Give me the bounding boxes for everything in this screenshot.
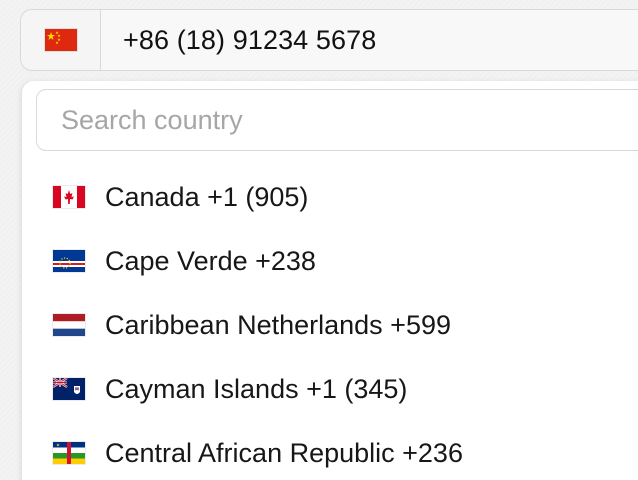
- phone-number-value[interactable]: +86 (18) 91234 5678: [101, 10, 638, 70]
- cayman-islands-flag-icon: [53, 378, 85, 400]
- canada-flag-icon: [53, 186, 85, 208]
- country-option-label: Cape Verde +238: [105, 245, 316, 276]
- china-flag-icon: [44, 29, 77, 51]
- country-option-label: Cayman Islands +1 (345): [105, 373, 408, 404]
- country-option-caribbean-netherlands[interactable]: Caribbean Netherlands +599: [22, 293, 638, 357]
- phone-number-field[interactable]: +86 (18) 91234 5678: [20, 9, 638, 71]
- country-dropdown: Canada +1 (905) Cape Verde +238: [22, 81, 638, 480]
- central-african-republic-flag-icon: [53, 442, 85, 464]
- country-option-label: Canada +1 (905): [105, 181, 309, 212]
- caribbean-netherlands-flag-icon: [53, 314, 85, 336]
- country-option-label: Central African Republic +236: [105, 437, 463, 468]
- country-option-cayman-islands[interactable]: Cayman Islands +1 (345): [22, 357, 638, 421]
- country-option-label: Caribbean Netherlands +599: [105, 309, 451, 340]
- country-search-input[interactable]: [36, 89, 638, 151]
- cape-verde-flag-icon: [53, 250, 85, 272]
- country-option-canada[interactable]: Canada +1 (905): [22, 165, 638, 229]
- country-list: Canada +1 (905) Cape Verde +238 Caribbea…: [22, 165, 638, 480]
- country-option-cape-verde[interactable]: Cape Verde +238: [22, 229, 638, 293]
- country-selector-button[interactable]: [21, 10, 101, 70]
- country-option-central-african-republic[interactable]: Central African Republic +236: [22, 421, 638, 480]
- phone-country-picker: +86 (18) 91234 5678 Canada +1 (905): [0, 0, 638, 480]
